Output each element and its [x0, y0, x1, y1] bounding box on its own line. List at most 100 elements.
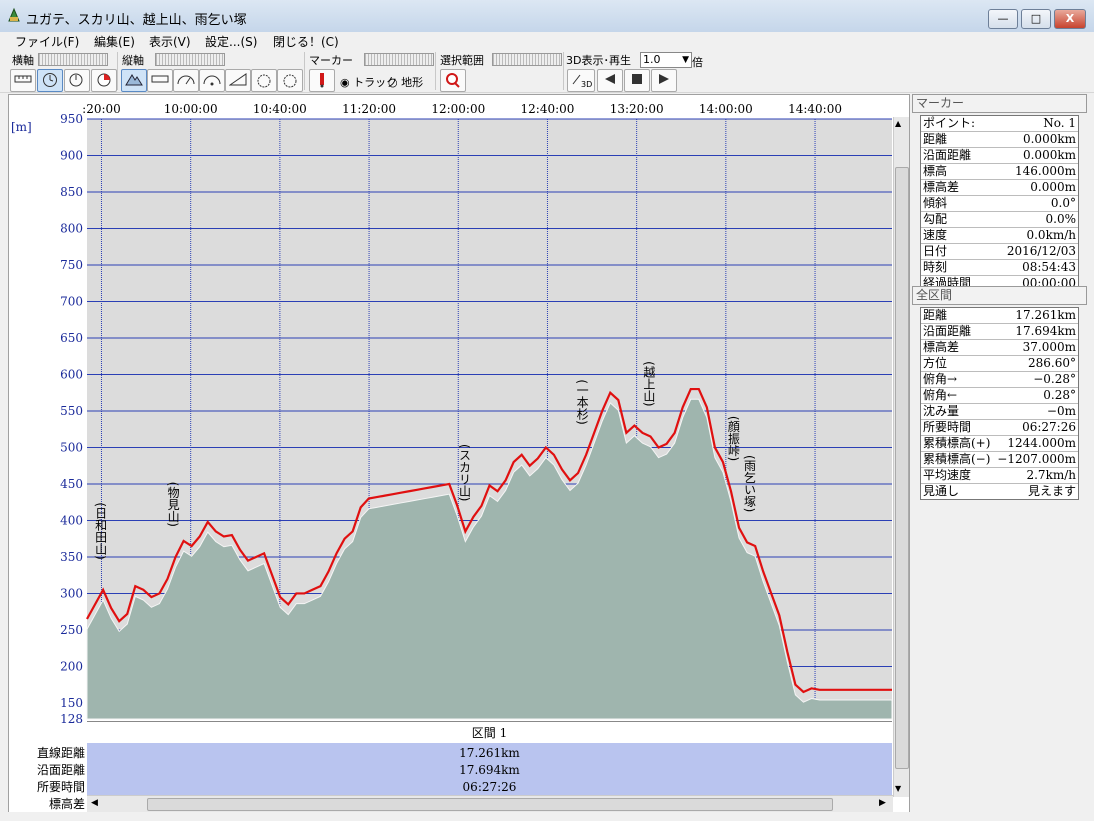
info-key: 沿面距離	[923, 148, 972, 162]
menu-close[interactable]: 閉じる！(C)	[273, 33, 339, 50]
info-value: 見えます	[1027, 484, 1076, 498]
slope-button[interactable]	[225, 69, 251, 92]
view3d-label: 3D表示･再生	[566, 54, 631, 67]
selection-slider[interactable]	[492, 53, 562, 66]
info-key: 累積標高(−)	[923, 452, 991, 466]
y-tick-label: 150	[60, 696, 83, 710]
y-tick-label: 750	[60, 258, 83, 272]
info-value: 2016/12/03	[1006, 244, 1076, 258]
speed-value: 1.0	[643, 53, 661, 66]
y-tick-label: 700	[60, 294, 83, 308]
selection-range-button[interactable]	[440, 69, 466, 92]
marker-slider[interactable]	[364, 53, 434, 66]
axis-clock-button[interactable]	[64, 69, 90, 92]
speed-gauge-button[interactable]	[173, 69, 199, 92]
time-tick-label: 10:00:00	[164, 102, 218, 116]
info-row: 俯角→ −0.28°	[921, 372, 1078, 388]
info-value: 0.000km	[1022, 148, 1076, 162]
horizontal-axis-slider[interactable]	[38, 53, 108, 66]
y-tick-label: 400	[60, 513, 83, 527]
time-tick-label: 14:40:00	[788, 102, 842, 116]
marker-info-table: ポイント: No. 1 距離 0.000km 沿面距離 0.000km 標高 146.000m…	[920, 115, 1079, 292]
info-row: 所要時間 06:27:26	[921, 420, 1078, 436]
speed-select[interactable]: 1.0 ▼	[640, 52, 692, 68]
scroll-up-icon[interactable]: ▲	[895, 119, 901, 128]
info-value: 06:27:26	[1022, 420, 1076, 434]
menu-view[interactable]: 表示(V)	[149, 33, 191, 50]
toolbar-separator	[563, 52, 564, 90]
stop-button[interactable]	[624, 69, 650, 92]
y-tick-label: 250	[60, 623, 83, 637]
axis-pie-button[interactable]	[91, 69, 117, 92]
surface-distance-value: 17.694km	[459, 763, 520, 777]
scroll-down-icon[interactable]: ▼	[895, 784, 901, 793]
info-key: 距離	[923, 132, 948, 146]
chevron-down-icon: ▼	[682, 55, 689, 65]
info-key: 時刻	[923, 260, 948, 274]
maximize-button[interactable]: □	[1021, 9, 1051, 29]
info-value: −0.28°	[1033, 372, 1076, 386]
time-tick-label: :20:00	[82, 102, 121, 116]
horizontal-scroll-thumb[interactable]	[147, 798, 833, 811]
info-row: 標高差 0.000m	[921, 180, 1078, 196]
info-row: 距離 0.000km	[921, 132, 1078, 148]
time-tick-label: 10:40:00	[253, 102, 307, 116]
play-back-button[interactable]	[597, 69, 623, 92]
time-tick-label: 12:40:00	[521, 102, 575, 116]
vertical-scrollbar[interactable]: ▲ ▼	[893, 117, 909, 797]
info-key: 勾配	[923, 212, 948, 226]
info-key: ポイント:	[923, 116, 976, 130]
info-key: 平均速度	[923, 468, 972, 482]
info-row: 俯角← 0.28°	[921, 388, 1078, 404]
info-row: 平均速度 2.7km/h	[921, 468, 1078, 484]
info-row: 見通し 見えます	[921, 484, 1078, 499]
play-forward-button[interactable]	[651, 69, 677, 92]
peak-annotation: (越上山)	[642, 361, 656, 406]
info-key: 標高差	[923, 340, 960, 354]
y-tick-label: 500	[60, 440, 83, 454]
axis-time-button[interactable]	[37, 69, 63, 92]
close-button[interactable]: X	[1054, 9, 1086, 29]
surface-distance-label: 沿面距離	[36, 763, 85, 777]
view-3d-button[interactable]: 3D	[567, 69, 595, 92]
timer-button[interactable]	[251, 69, 277, 92]
radio-terrain[interactable]: ○ 地形	[388, 74, 423, 90]
menu-file[interactable]: ファイル(F)	[15, 33, 79, 50]
peak-annotation: (雨乞い塚)	[743, 455, 757, 512]
info-row: 傾斜 0.0°	[921, 196, 1078, 212]
info-value: 286.60°	[1028, 356, 1076, 370]
marker-label: マーカー	[309, 54, 353, 67]
info-value: 0.000km	[1022, 132, 1076, 146]
marker-pin-button[interactable]	[309, 69, 335, 92]
radio-unselected-icon: ○	[388, 76, 398, 89]
scroll-left-icon[interactable]: ◀	[91, 798, 98, 808]
timer-alt-button[interactable]	[277, 69, 303, 92]
axis-distance-button[interactable]	[10, 69, 36, 92]
info-key: 標高差	[923, 180, 960, 194]
info-value: 0.28°	[1043, 388, 1076, 402]
section-values: 17.261km 17.694km 06:27:26	[87, 745, 892, 796]
elevation-ruler-button[interactable]	[147, 69, 173, 92]
elevation-mountain-button[interactable]	[121, 69, 147, 92]
y-tick-label: 450	[60, 477, 83, 491]
minimize-button[interactable]: —	[988, 9, 1018, 29]
info-row: 累積標高(−) −1207.000m	[921, 452, 1078, 468]
horizontal-scrollbar[interactable]: ◀ ▶	[87, 795, 893, 812]
info-row: 沿面距離 17.694km	[921, 324, 1078, 340]
menu-settings[interactable]: 設定...(S)	[205, 33, 257, 50]
info-key: 沿面距離	[923, 324, 972, 338]
toolbar: 横軸 縦軸 マーカー 選択範囲 3D表示･再生 1.0 ▼ 倍 ◉ トラック ○…	[0, 50, 1094, 93]
duration-label: 所要時間	[36, 780, 85, 794]
gauge-alt-button[interactable]	[199, 69, 225, 92]
menu-edit[interactable]: 編集(E)	[94, 33, 135, 50]
app-icon	[7, 7, 21, 23]
y-tick-label: 850	[60, 185, 83, 199]
vertical-axis-slider[interactable]	[155, 53, 225, 66]
side-panel: マーカー ポイント: No. 1 距離 0.000km 沿面距離 0.000km 標高 146…	[910, 92, 1094, 812]
info-value: 17.694km	[1015, 324, 1076, 338]
vertical-scroll-thumb[interactable]	[895, 167, 909, 769]
elevation-chart[interactable]: 950 900 850 800 750 700 650 600 550 500 450 400 350 3…	[9, 95, 909, 813]
straight-distance-label: 直線距離	[36, 746, 85, 760]
y-tick-label: 650	[60, 331, 83, 345]
scroll-right-icon[interactable]: ▶	[879, 798, 886, 808]
